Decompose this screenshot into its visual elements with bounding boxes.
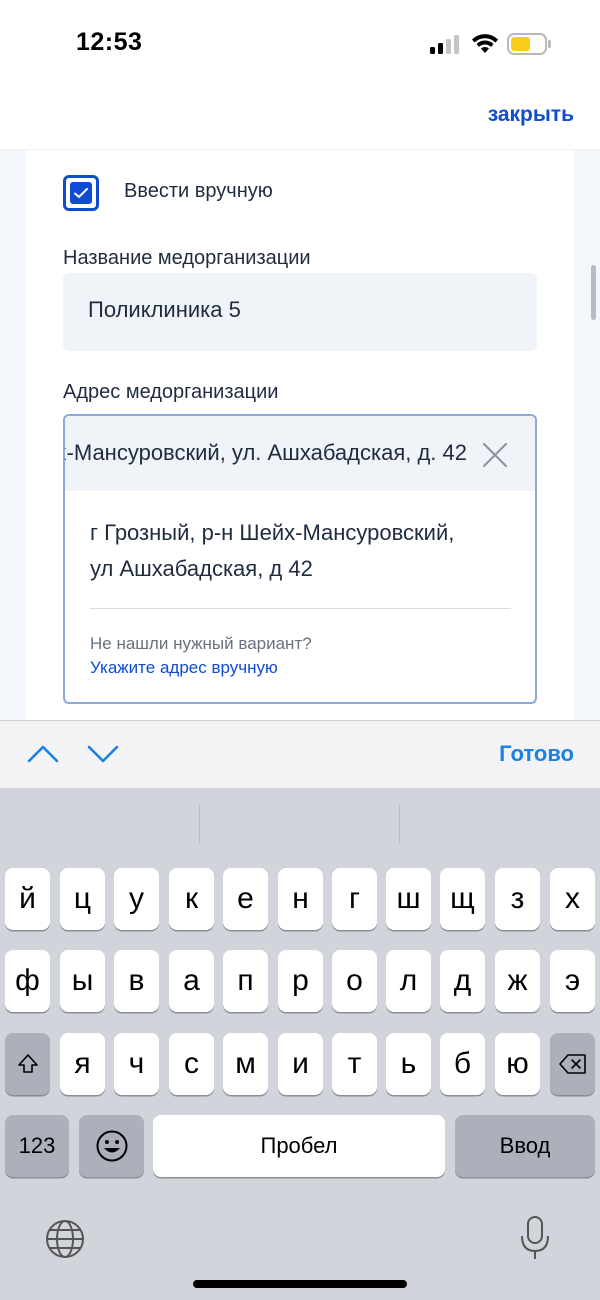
key[interactable]: ю xyxy=(495,1033,540,1095)
backspace-key[interactable] xyxy=(550,1033,595,1095)
signal-icon xyxy=(430,34,462,54)
microphone-icon[interactable] xyxy=(519,1214,551,1262)
key[interactable]: т xyxy=(332,1033,377,1095)
key[interactable]: ф xyxy=(5,950,50,1012)
globe-icon[interactable] xyxy=(44,1218,86,1260)
chevron-down-icon[interactable] xyxy=(86,741,120,765)
backspace-icon xyxy=(558,1054,586,1074)
key[interactable]: п xyxy=(223,950,268,1012)
org-name-label: Название медорганизации xyxy=(63,247,311,269)
key[interactable]: я xyxy=(60,1033,105,1095)
top-header: закрыть xyxy=(0,90,600,150)
key[interactable]: г xyxy=(332,868,377,930)
key[interactable]: з xyxy=(495,868,540,930)
home-indicator xyxy=(193,1280,407,1288)
address-value: г Грозный, р-н Шейх-Мансуровский, ул. Аш… xyxy=(65,440,467,465)
key[interactable]: е xyxy=(223,868,268,930)
manual-address-link[interactable]: Укажите адрес вручную xyxy=(90,658,278,678)
key[interactable]: в xyxy=(114,950,159,1012)
org-name-value: Поликлиника 5 xyxy=(88,297,241,322)
scrollbar[interactable] xyxy=(591,265,596,320)
key[interactable]: ь xyxy=(386,1033,431,1095)
address-input[interactable]: г Грозный, р-н Шейх-Мансуровский, ул. Аш… xyxy=(63,414,537,492)
done-button[interactable]: Готово xyxy=(499,741,574,767)
key[interactable]: э xyxy=(550,950,595,1012)
key[interactable]: с xyxy=(169,1033,214,1095)
key[interactable]: ч xyxy=(114,1033,159,1095)
keyboard-accessory-bar: Готово xyxy=(0,720,600,788)
key[interactable]: щ xyxy=(440,868,485,930)
status-time: 12:53 xyxy=(76,28,143,56)
address-suggestion-item[interactable]: г Грозный, р-н Шейх-Мансуровский, ул Ашх… xyxy=(90,515,510,587)
key[interactable]: х xyxy=(550,868,595,930)
org-name-field[interactable]: Поликлиника 5 xyxy=(63,273,537,351)
shift-key[interactable] xyxy=(5,1033,50,1095)
address-suggestions-dropdown: г Грозный, р-н Шейх-Мансуровский, ул Ашх… xyxy=(63,491,537,704)
key[interactable]: у xyxy=(114,868,159,930)
key[interactable]: ы xyxy=(60,950,105,1012)
key[interactable]: ш xyxy=(386,868,431,930)
emoji-icon xyxy=(96,1130,127,1162)
battery-icon xyxy=(507,33,547,55)
key[interactable]: й xyxy=(5,868,50,930)
address-label: Адрес медорганизации xyxy=(63,381,279,403)
key[interactable]: л xyxy=(386,950,431,1012)
wifi-icon xyxy=(472,34,498,53)
shift-icon xyxy=(17,1054,38,1073)
close-button[interactable]: закрыть xyxy=(488,103,574,127)
manual-entry-label[interactable]: Ввести вручную xyxy=(124,180,273,203)
divider xyxy=(90,608,511,609)
chevron-up-icon[interactable] xyxy=(26,741,60,765)
not-found-text: Не нашли нужный вариант? xyxy=(90,634,312,653)
emoji-key[interactable] xyxy=(79,1115,144,1177)
suggestion-line-1: г Грозный, р-н Шейх-Мансуровский, xyxy=(90,520,455,545)
key[interactable]: и xyxy=(278,1033,323,1095)
key[interactable]: ц xyxy=(60,868,105,930)
key[interactable]: д xyxy=(440,950,485,1012)
clear-icon[interactable] xyxy=(481,441,509,469)
key[interactable]: ж xyxy=(495,950,540,1012)
prediction-separator xyxy=(199,804,200,844)
key[interactable]: м xyxy=(223,1033,268,1095)
space-key[interactable]: Пробел xyxy=(153,1115,445,1177)
key[interactable]: а xyxy=(169,950,214,1012)
suggestion-line-2: ул Ашхабадская, д 42 xyxy=(90,556,313,581)
key[interactable]: н xyxy=(278,868,323,930)
key[interactable]: о xyxy=(332,950,377,1012)
checkmark-icon xyxy=(74,188,88,198)
battery-nub xyxy=(548,40,551,48)
numbers-key[interactable]: 123 xyxy=(5,1115,69,1177)
key[interactable]: р xyxy=(278,950,323,1012)
prediction-separator xyxy=(399,804,400,844)
return-key[interactable]: Ввод xyxy=(455,1115,595,1177)
key[interactable]: б xyxy=(440,1033,485,1095)
key[interactable]: к xyxy=(169,868,214,930)
status-bar: 12:53 xyxy=(0,0,600,90)
manual-entry-checkbox[interactable] xyxy=(63,175,99,211)
